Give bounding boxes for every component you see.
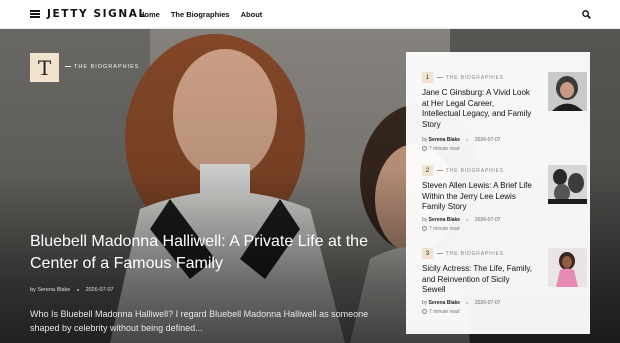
- main-nav: Home The Biographies About: [139, 10, 273, 19]
- search-icon[interactable]: [582, 10, 591, 19]
- trending-sidebar: 1 THE BIOGRAPHIES Jane C Ginsburg: A Viv…: [406, 52, 590, 334]
- item-author[interactable]: Serena Blake: [429, 217, 460, 223]
- item-read-time-label: 7 minute read: [429, 226, 460, 232]
- hero-meta: by Serena Blake 2026-07-07: [30, 287, 114, 293]
- item-category-link[interactable]: THE BIOGRAPHIES: [437, 75, 504, 81]
- meta-separator: [466, 301, 469, 304]
- item-read-time-label: 7 minute read: [429, 146, 460, 152]
- hero-excerpt: Who Is Bluebell Madonna Halliwell? I reg…: [30, 309, 369, 333]
- item-thumbnail[interactable]: [548, 72, 587, 111]
- item-meta: by Serena Blake 2026-07-07: [422, 137, 500, 143]
- site-logo[interactable]: JETTY SIGNAL: [47, 8, 147, 20]
- item-number-badge: 2: [422, 165, 433, 176]
- item-read-time-label: 7 minute read: [429, 309, 460, 315]
- item-number-badge: 1: [422, 72, 433, 83]
- item-title[interactable]: Jane C Ginsburg: A Vivid Look at Her Leg…: [422, 88, 532, 130]
- item-thumbnail[interactable]: [548, 165, 587, 204]
- nav-home[interactable]: Home: [139, 10, 160, 19]
- meta-separator: [466, 138, 469, 141]
- item-title[interactable]: Sicily Actress: The Life, Family, and Re…: [422, 264, 532, 296]
- hamburger-menu-icon[interactable]: [30, 10, 40, 18]
- item-read-time: 7 minute read: [422, 226, 460, 232]
- item-read-time: 7 minute read: [422, 309, 460, 315]
- hero-title[interactable]: Bluebell Madonna Halliwell: A Private Li…: [30, 231, 390, 275]
- item-number-badge: 3: [422, 248, 433, 259]
- item-meta: by Serena Blake 2026-07-07: [422, 300, 500, 306]
- nav-about[interactable]: About: [241, 10, 263, 19]
- item-date: 2026-07-07: [474, 137, 501, 143]
- item-meta: by Serena Blake 2026-07-07: [422, 217, 500, 223]
- hero-author[interactable]: Serena Blake: [37, 287, 70, 293]
- item-author[interactable]: Serena Blake: [429, 300, 460, 306]
- item-title[interactable]: Steven Allen Lewis: A Brief Life Within …: [422, 181, 532, 213]
- clock-icon: [422, 226, 427, 232]
- site-header: JETTY SIGNAL Home The Biographies About: [0, 0, 620, 29]
- nav-the-biographies[interactable]: The Biographies: [171, 10, 230, 19]
- item-author[interactable]: Serena Blake: [429, 137, 460, 143]
- clock-icon: [422, 309, 427, 315]
- meta-separator: [466, 218, 469, 221]
- hero-date: 2026-07-07: [85, 287, 114, 293]
- hero-author-prefix: by: [30, 287, 36, 293]
- item-author-prefix: by: [422, 137, 428, 143]
- item-thumbnail[interactable]: [548, 248, 587, 287]
- item-category-link[interactable]: THE BIOGRAPHIES: [437, 168, 504, 174]
- item-author-prefix: by: [422, 217, 428, 223]
- clock-icon: [422, 146, 427, 152]
- meta-separator: [76, 288, 79, 291]
- item-author-prefix: by: [422, 300, 428, 306]
- item-date: 2026-07-07: [474, 300, 501, 306]
- category-letter-badge: T: [30, 53, 59, 82]
- item-read-time: 7 minute read: [422, 146, 460, 152]
- item-date: 2026-07-07: [474, 217, 501, 223]
- item-category-link[interactable]: THE BIOGRAPHIES: [437, 251, 504, 257]
- hero-category-link[interactable]: THE BIOGRAPHIES: [65, 64, 139, 70]
